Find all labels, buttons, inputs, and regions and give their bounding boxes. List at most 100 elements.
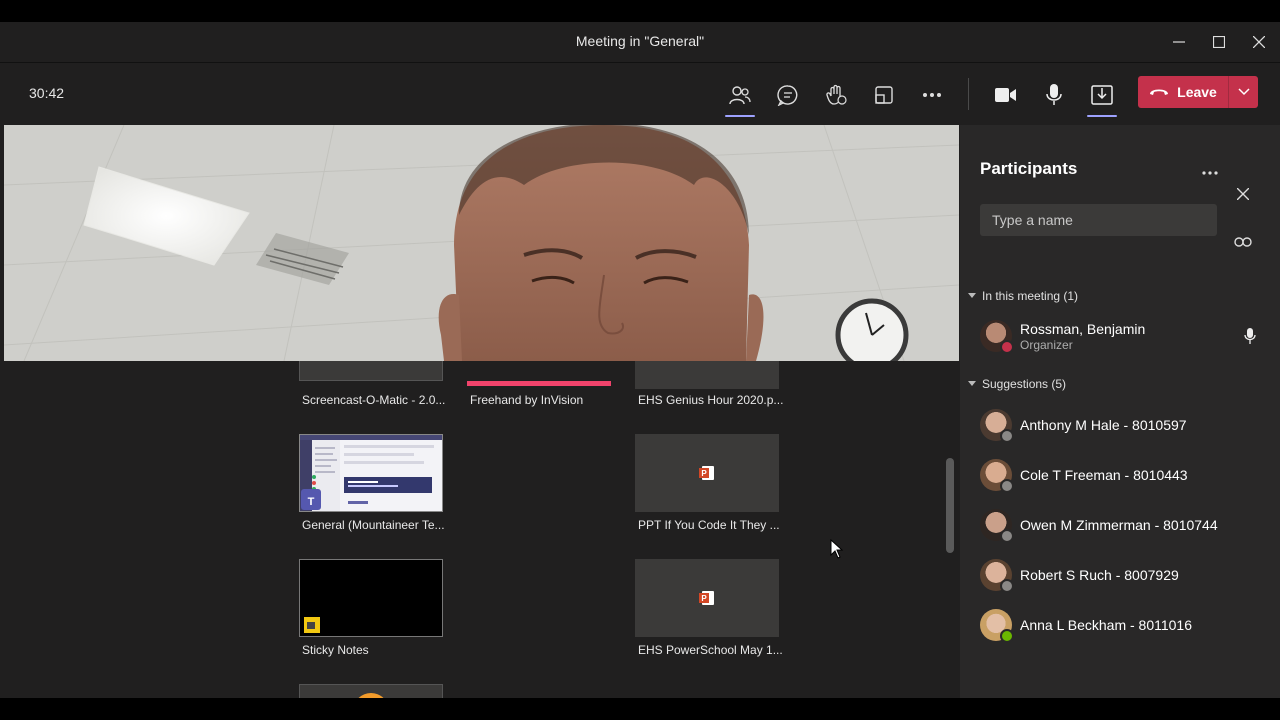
presence-offline-icon <box>1000 429 1014 443</box>
leave-meeting-group: Leave <box>1138 76 1258 108</box>
chat-icon <box>777 85 798 106</box>
camera-toggle-button[interactable] <box>988 77 1024 113</box>
in-meeting-section-header[interactable]: In this meeting (1) <box>968 289 1078 303</box>
chevron-down-icon <box>1237 88 1250 96</box>
participant-role: Organizer <box>1020 337 1073 352</box>
mic-toggle-button[interactable] <box>1036 77 1072 113</box>
share-tile-general-window[interactable]: T <box>299 434 443 512</box>
share-tile-screencast[interactable] <box>299 361 443 381</box>
sticky-notes-icon <box>304 617 320 633</box>
share-tile-partial[interactable] <box>299 684 443 698</box>
app-icon <box>358 693 384 698</box>
share-tray-scrollbar[interactable] <box>946 458 954 553</box>
share-label: EHS PowerSchool May 1... <box>638 643 783 657</box>
maximize-icon <box>1213 36 1225 48</box>
close-icon <box>1253 36 1265 48</box>
more-icon <box>1202 171 1218 175</box>
suggestion-row[interactable]: Anthony M Hale - 8010597 <box>980 405 1270 445</box>
share-label: Sticky Notes <box>302 643 369 657</box>
minimize-button[interactable] <box>1159 22 1199 62</box>
close-icon <box>1236 187 1250 201</box>
suggestion-row[interactable]: Anna L Beckham - 8011016 <box>980 605 1270 645</box>
suggestion-row[interactable]: Owen M Zimmerman - 8010744 <box>980 505 1270 545</box>
participant-video-feed <box>4 125 959 361</box>
section-label: In this meeting (1) <box>982 289 1079 303</box>
close-window-button[interactable] <box>1239 22 1279 62</box>
more-icon <box>923 93 941 97</box>
svg-text:T: T <box>308 496 315 508</box>
camera-icon <box>995 88 1016 102</box>
avatar <box>980 320 1014 354</box>
panel-title: Participants <box>980 159 1078 178</box>
suggestions-section-header[interactable]: Suggestions (5) <box>968 377 1066 391</box>
presence-offline-icon <box>1000 479 1014 493</box>
participant-search-input[interactable] <box>980 204 1217 236</box>
meeting-controls-bar: 30:42 Leave <box>0 63 1280 125</box>
share-tile-ehs-genius[interactable] <box>635 361 779 389</box>
section-label: Suggestions (5) <box>982 377 1067 391</box>
share-label: Screencast-O-Matic - 2.0... <box>302 393 446 407</box>
link-icon <box>1234 237 1252 247</box>
share-tray-icon <box>1091 85 1113 105</box>
participant-name: Rossman, Benjamin <box>1020 320 1146 337</box>
meeting-stage: Screencast-O-Matic - 2.0... Freehand by … <box>0 125 960 698</box>
avatar <box>980 409 1014 443</box>
participant-row[interactable]: Rossman, Benjamin Organizer <box>980 316 1270 356</box>
show-chat-button[interactable] <box>770 77 806 113</box>
mouse-cursor-icon <box>830 539 844 559</box>
suggestion-name: Anna L Beckham - 8011016 <box>1020 617 1193 633</box>
suggestion-row[interactable]: Robert S Ruch - 8007929 <box>980 555 1270 595</box>
minimize-icon <box>1173 41 1185 43</box>
toolbar-divider <box>968 78 969 110</box>
raise-hand-button[interactable] <box>818 77 854 113</box>
avatar <box>980 609 1014 643</box>
presence-available-icon <box>1000 629 1014 643</box>
share-tile-ppt-code[interactable]: P <box>635 434 779 512</box>
presence-busy-icon <box>1000 340 1014 354</box>
share-label: EHS Genius Hour 2020.p... <box>638 393 784 407</box>
share-invite-button[interactable] <box>1234 234 1252 252</box>
freehand-highlight <box>467 381 611 386</box>
close-panel-button[interactable] <box>1236 187 1250 205</box>
microphone-icon <box>1046 84 1062 105</box>
svg-text:P: P <box>701 594 707 603</box>
caret-down-icon <box>968 293 976 298</box>
avatar <box>980 459 1014 493</box>
panel-more-button[interactable] <box>1202 163 1218 181</box>
hang-up-icon <box>1150 89 1169 95</box>
suggestion-name: Cole T Freeman - 8010443 <box>1020 467 1188 483</box>
share-label: Freehand by InVision <box>470 393 584 407</box>
suggestion-row[interactable]: Cole T Freeman - 8010443 <box>980 455 1270 495</box>
avatar <box>980 509 1014 543</box>
powerpoint-icon: P <box>699 591 714 605</box>
participants-panel: Participants In this meeting (1) Rossman… <box>960 125 1280 698</box>
avatar <box>980 559 1014 593</box>
teams-window-thumbnail: T <box>300 435 442 511</box>
presence-offline-icon <box>1000 529 1014 543</box>
meeting-timer: 30:42 <box>29 85 65 101</box>
maximize-button[interactable] <box>1199 22 1239 62</box>
share-content-button[interactable] <box>1084 77 1120 117</box>
leave-label: Leave <box>1177 84 1217 100</box>
breakout-rooms-button[interactable] <box>866 77 902 113</box>
share-tile-freehand[interactable] <box>467 361 611 389</box>
suggestion-name: Owen M Zimmerman - 8010744 <box>1020 517 1218 533</box>
presence-offline-icon <box>1000 579 1014 593</box>
teams-meeting-window: Meeting in "General" 30:42 Leave Screenc… <box>0 22 1280 698</box>
show-participants-button[interactable] <box>722 77 758 117</box>
powerpoint-icon: P <box>699 466 714 480</box>
rooms-icon <box>875 86 893 104</box>
more-actions-button[interactable] <box>914 77 950 113</box>
suggestion-name: Anthony M Hale - 8010597 <box>1020 417 1187 433</box>
share-tile-sticky-notes[interactable] <box>299 559 443 637</box>
caret-down-icon <box>968 381 976 386</box>
share-tile-ehs-powerschool[interactable]: P <box>635 559 779 637</box>
share-label: PPT If You Code It They ... <box>638 518 780 532</box>
video-frame-image <box>4 125 959 361</box>
share-label: General (Mountaineer Te... <box>302 518 445 532</box>
leave-options-button[interactable] <box>1229 76 1258 108</box>
hand-icon <box>826 84 847 105</box>
title-bar: Meeting in "General" <box>0 22 1280 63</box>
leave-button[interactable]: Leave <box>1138 76 1228 108</box>
window-title: Meeting in "General" <box>575 33 705 49</box>
